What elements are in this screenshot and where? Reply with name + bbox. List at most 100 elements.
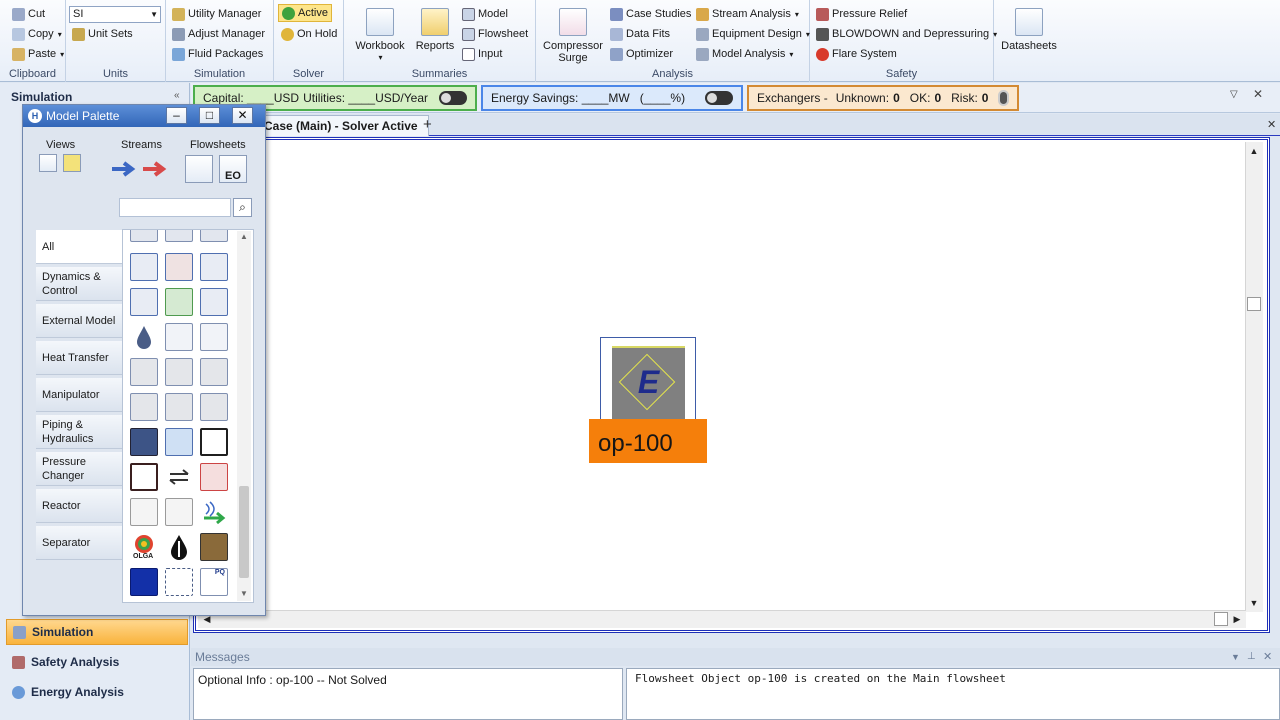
heat-exchanger-icon[interactable]	[200, 428, 228, 456]
horizontal-scroll-thumb[interactable]	[1214, 612, 1228, 626]
compressor-surge-button[interactable]: Compressor Surge	[542, 8, 604, 64]
model-analysis-button[interactable]: Model Analysis	[696, 45, 793, 63]
palette-scrollbar[interactable]: ▲ ▼	[237, 231, 251, 601]
close-button[interactable]: ✕	[232, 107, 253, 124]
cyclone-icon[interactable]	[130, 393, 158, 421]
list-view-icon[interactable]	[39, 154, 57, 172]
adjust-manager-button[interactable]: Adjust Manager	[172, 25, 265, 43]
vertical-scroll-thumb[interactable]	[1247, 297, 1261, 311]
chevron-down-icon[interactable]: ▼	[1231, 648, 1240, 666]
stream-analysis-button[interactable]: Stream Analysis	[696, 5, 799, 23]
oil-drop-icon[interactable]	[165, 533, 193, 561]
fluid-packages-button[interactable]: Fluid Packages	[172, 45, 263, 63]
reports-button[interactable]: Reports	[412, 8, 458, 52]
paste-button[interactable]: Paste	[12, 45, 64, 63]
flare-system-button[interactable]: Flare System	[816, 45, 897, 63]
minimize-button[interactable]: –	[166, 107, 187, 124]
pin-icon[interactable]: ⊥	[1247, 648, 1256, 666]
column-icon[interactable]	[130, 253, 158, 281]
eo-subflowsheet-icon[interactable]: EO	[219, 155, 247, 183]
unit-sets-button[interactable]: Unit Sets	[72, 25, 133, 43]
exchanger-settings-icon[interactable]	[998, 90, 1009, 106]
model-palette-titlebar[interactable]: H Model Palette	[23, 105, 265, 127]
pump-icon[interactable]	[165, 428, 193, 456]
close-icon[interactable]: ✕	[1263, 648, 1272, 666]
selected-unit-op-icon[interactable]	[130, 568, 158, 596]
stepped-column-icon[interactable]	[130, 288, 158, 316]
palette-search-input[interactable]	[119, 198, 231, 217]
olga-icon[interactable]: OLGA	[130, 533, 158, 561]
tee-icon[interactable]	[165, 323, 193, 351]
palette-scroll-thumb[interactable]	[239, 486, 249, 578]
model-button[interactable]: Model	[462, 5, 508, 23]
data-fits-button[interactable]: Data Fits	[610, 25, 670, 43]
mixer-icon[interactable]	[200, 323, 228, 351]
chevron-down-icon[interactable]: ▽	[1230, 89, 1238, 100]
category-external-model[interactable]: External Model	[36, 304, 122, 338]
search-icon[interactable]: ⌕	[233, 198, 252, 217]
close-icon[interactable]: ✕	[1253, 87, 1263, 101]
vertical-scrollbar[interactable]: ▲ ▼	[1245, 142, 1263, 612]
dashed-block-icon[interactable]	[165, 568, 193, 596]
pressure-relief-button[interactable]: Pressure Relief	[816, 5, 907, 23]
energy-stream-icon[interactable]	[141, 158, 169, 180]
pipe-icon[interactable]	[200, 393, 228, 421]
category-dynamics-control[interactable]: Dynamics & Control	[36, 267, 122, 301]
input-button[interactable]: Input	[462, 45, 502, 63]
optimizer-button[interactable]: Optimizer	[610, 45, 673, 63]
solver-on-hold-button[interactable]: On Hold	[281, 25, 337, 43]
category-all[interactable]: All	[36, 230, 122, 264]
recycle-logic-icon[interactable]	[200, 463, 228, 491]
unit-set-select[interactable]: SI ▼	[69, 6, 161, 23]
balance-icon[interactable]	[165, 463, 193, 491]
filter-icon[interactable]	[165, 393, 193, 421]
workbook-button[interactable]: Workbook	[352, 8, 408, 64]
op-100-label[interactable]: op-100	[589, 419, 707, 463]
scroll-up-icon[interactable]: ▲	[240, 232, 248, 241]
blowdown-button[interactable]: BLOWDOWN and Depressuring	[816, 25, 997, 43]
flowsheet-canvas[interactable]	[193, 137, 1270, 633]
exchanger-network-icon[interactable]	[130, 463, 158, 491]
unit-op-icon[interactable]	[165, 230, 193, 242]
document-icon[interactable]	[130, 498, 158, 526]
scroll-down-icon[interactable]: ▼	[1247, 596, 1261, 610]
mixer-splitter-icon[interactable]	[200, 288, 228, 316]
category-pressure-changer[interactable]: Pressure Changer	[36, 452, 122, 486]
tank-icon[interactable]	[200, 358, 228, 386]
close-tab-icon[interactable]: ✕	[1267, 118, 1276, 131]
tab-case-main[interactable]: Case (Main) - Solver Active	[253, 115, 429, 136]
category-separator[interactable]: Separator	[36, 526, 122, 560]
block-icon[interactable]	[130, 428, 158, 456]
energy-savings-indicator[interactable]: Energy Savings: ____MW (____%)	[481, 85, 743, 111]
solver-active-button[interactable]: Active	[278, 4, 332, 22]
scroll-down-icon[interactable]: ▼	[240, 589, 248, 598]
utility-manager-button[interactable]: Utility Manager	[172, 5, 261, 23]
spreadsheet-icon[interactable]	[165, 288, 193, 316]
cut-button[interactable]: Cut	[12, 5, 45, 23]
collapse-pane-icon[interactable]: «	[174, 90, 180, 101]
pq-icon[interactable]: PQ	[200, 568, 228, 596]
unit-op-icon[interactable]	[130, 230, 158, 242]
category-piping-hydraulics[interactable]: Piping & Hydraulics	[36, 415, 122, 449]
add-tab-button[interactable]: +	[423, 116, 432, 133]
nav-safety-analysis[interactable]: Safety Analysis	[6, 649, 188, 675]
material-stream-icon[interactable]	[110, 158, 138, 180]
horizontal-scrollbar[interactable]: ◀ ▶	[198, 610, 1246, 628]
nav-simulation[interactable]: Simulation	[6, 619, 188, 645]
case-studies-button[interactable]: Case Studies	[610, 5, 691, 23]
capital-toggle[interactable]	[439, 91, 467, 105]
subflowsheet-icon[interactable]	[185, 155, 213, 183]
flowsheet-button[interactable]: Flowsheet	[462, 25, 528, 43]
datasheets-button[interactable]: Datasheets	[1000, 8, 1058, 52]
document-chart-icon[interactable]	[165, 498, 193, 526]
maximize-button[interactable]: □	[199, 107, 220, 124]
tower-grid-icon[interactable]	[200, 533, 228, 561]
category-reactor[interactable]: Reactor	[36, 489, 122, 523]
recycle-icon[interactable]	[165, 253, 193, 281]
category-heat-transfer[interactable]: Heat Transfer	[36, 341, 122, 375]
unit-op-icon[interactable]	[200, 230, 228, 242]
scroll-up-icon[interactable]: ▲	[1247, 144, 1261, 158]
valve-drop-icon[interactable]	[130, 323, 158, 351]
separator-icon[interactable]	[130, 358, 158, 386]
stair-column-icon[interactable]	[200, 253, 228, 281]
